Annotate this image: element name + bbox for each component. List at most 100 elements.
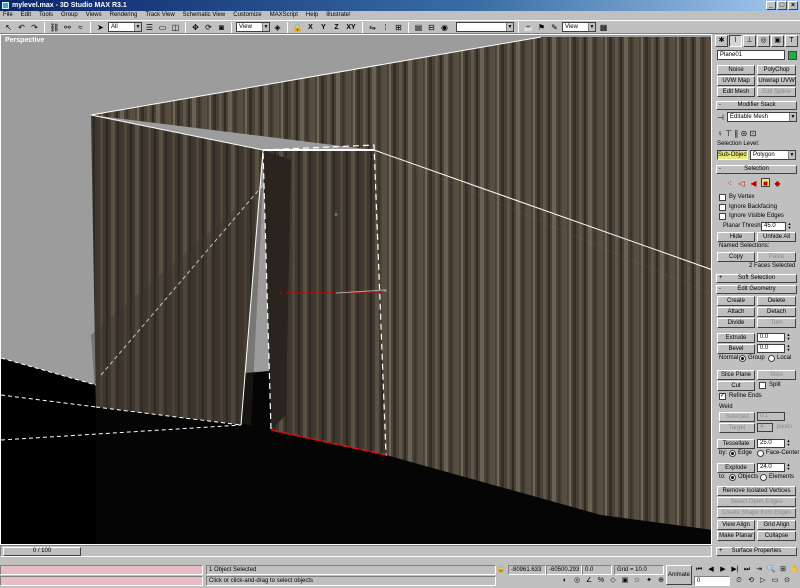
make-planar-button[interactable]: Make Planar (717, 531, 755, 541)
unlink-icon[interactable]: ⚯ (62, 22, 73, 33)
restrict-z-button[interactable]: Z (331, 22, 342, 33)
create-button[interactable]: Create (717, 296, 755, 306)
menu-track-view[interactable]: Track View (145, 11, 174, 20)
maximize-button[interactable]: □ (777, 1, 787, 10)
y-coordinate-field[interactable]: -60500.293 (546, 565, 582, 575)
x-coordinate-field[interactable]: -80961.633 (508, 565, 546, 575)
turn-button[interactable]: Turn (757, 318, 796, 328)
pan-icon[interactable]: ✋ (790, 565, 800, 575)
hierarchy-tab-icon[interactable]: ⊥ (743, 35, 756, 47)
vertex-level-icon[interactable]: ⁖ (725, 179, 734, 188)
object-name-field[interactable]: Plane01 (717, 50, 785, 60)
bevel-amount-field[interactable]: 0.0 (757, 344, 785, 353)
z-coordinate-field[interactable]: 0.0 (582, 565, 612, 575)
normal-local-radio[interactable] (768, 355, 775, 362)
menu-views[interactable]: Views (86, 11, 102, 20)
view-align-button[interactable]: View Align (717, 520, 755, 530)
explode-angle-field[interactable]: 24.0 (757, 463, 785, 472)
refine-ends-checkbox[interactable]: ✓ (719, 393, 726, 400)
render-last-frame-icon[interactable]: ▦ (598, 22, 609, 33)
go-to-end-icon[interactable]: ⏭ (742, 565, 752, 575)
rotate-icon[interactable]: ⟳ (203, 22, 214, 33)
delete-button[interactable]: Delete (757, 296, 796, 306)
stack-tools-icons[interactable]: ♀ ⊤ ∥ ⊝ ⊡ (717, 129, 756, 138)
extrude-button[interactable]: Extrude (717, 333, 755, 343)
select-by-name-icon[interactable]: ☰ (144, 22, 155, 33)
redo-icon[interactable]: ↷ (29, 22, 40, 33)
maxscript-listener-top[interactable] (0, 565, 203, 575)
menu-schematic-view[interactable]: Schematic View (183, 11, 226, 20)
close-button[interactable]: × (788, 1, 798, 10)
quick-render-icon[interactable]: ⚑ (536, 22, 547, 33)
create-tab-icon[interactable]: ✱ (715, 35, 728, 47)
scale-icon[interactable]: ◙ (216, 22, 227, 33)
normal-group-radio[interactable] (739, 355, 746, 362)
pin-stack-icon[interactable]: ⊣ (717, 113, 724, 122)
help-pointer-icon[interactable]: ↖ (3, 22, 14, 33)
previous-frame-icon[interactable]: ◀ (706, 565, 716, 575)
divide-button[interactable]: Divide (717, 318, 755, 328)
weld-selected-button[interactable]: Selected (719, 412, 755, 422)
paste-button[interactable]: Paste (757, 252, 796, 262)
modify-tab-icon[interactable]: ⌇ (729, 35, 742, 47)
soft-selection-rollout[interactable]: + Soft Selection (716, 274, 797, 283)
material-editor-icon[interactable]: ◉ (439, 22, 450, 33)
bevel-spinner[interactable]: ▲ ▼ (786, 344, 791, 353)
percent-snap-icon[interactable]: % (596, 576, 606, 586)
menu-maxscript[interactable]: MAXScript (270, 11, 298, 20)
time-slider-thumb[interactable]: 0 / 100 (3, 547, 81, 556)
ignore-visible-edges-checkbox[interactable] (719, 213, 726, 220)
object-color-swatch[interactable] (788, 51, 797, 60)
restrict-x-button[interactable]: X (305, 22, 316, 33)
utilities-tab-icon[interactable]: T (785, 35, 798, 47)
field-of-view-icon[interactable]: ▷ (758, 576, 768, 586)
crossing-selection-icon[interactable]: ◫ (170, 22, 181, 33)
attach-button[interactable]: Attach (717, 307, 755, 317)
cut-button[interactable]: Cut (717, 381, 755, 391)
menu-file[interactable]: File (3, 11, 13, 20)
tessellate-face-center-radio[interactable] (757, 450, 764, 457)
planar-thresh-field[interactable]: 45.0 (761, 222, 786, 231)
restrict-y-button[interactable]: Y (318, 22, 329, 33)
viewport-label[interactable]: Perspective (5, 37, 44, 44)
array-icon[interactable]: ⁞ (380, 22, 391, 33)
render-options-icon[interactable]: ✦ (644, 576, 654, 586)
selection-filter-dropdown[interactable]: All ▼ (108, 22, 142, 32)
surface-properties-rollout[interactable]: + Surface Properties (716, 547, 797, 556)
render-last-icon[interactable]: ✎ (549, 22, 560, 33)
move-icon[interactable]: ✥ (190, 22, 201, 33)
render-type-dropdown[interactable]: View ▼ (562, 22, 596, 32)
mirror-icon[interactable]: ⇋ (367, 22, 378, 33)
motion-tab-icon[interactable]: ◎ (757, 35, 770, 47)
key-mode-icon[interactable]: ⇥ (754, 565, 764, 575)
align-icon[interactable]: ⊞ (393, 22, 404, 33)
next-frame-icon[interactable]: ▶| (730, 565, 740, 575)
menu-group[interactable]: Group (61, 11, 78, 20)
zoom-icon[interactable]: 🔍 (766, 565, 776, 575)
planar-thresh-spinner[interactable]: ▲ ▼ (787, 222, 792, 231)
lock-selection-status-icon[interactable]: 🔒 (496, 565, 506, 575)
pivot-center-icon[interactable]: ◈ (272, 22, 283, 33)
menu-rendering[interactable]: Rendering (110, 11, 138, 20)
select-object-icon[interactable]: ➤ (95, 22, 106, 33)
select-open-edges-button[interactable]: Select Open Edges (717, 497, 796, 507)
menu-edit[interactable]: Edit (21, 11, 31, 20)
snap-toggle-icon[interactable]: ◎ (572, 576, 582, 586)
time-config-icon[interactable]: ⏲ (734, 576, 744, 586)
extrude-spinner[interactable]: ▲ ▼ (786, 333, 791, 342)
ref-coord-dropdown[interactable]: View ▼ (236, 22, 270, 32)
edit-mesh-button[interactable]: Edit Mesh (717, 87, 755, 97)
weld-pixels-field[interactable]: 4 (757, 423, 773, 432)
axis-constraint-icon[interactable]: ⊕ (656, 576, 666, 586)
copy-button[interactable]: Copy (717, 252, 755, 262)
edge-level-icon[interactable]: ◁ (737, 179, 746, 188)
bevel-button[interactable]: Bevel (717, 344, 755, 354)
by-vertex-checkbox[interactable] (719, 194, 726, 201)
perspective-viewport[interactable]: × × × Perspective (0, 34, 712, 545)
menu-tools[interactable]: Tools (39, 11, 53, 20)
degradation-override-icon[interactable]: ◐ (560, 576, 570, 586)
menu-illustrate[interactable]: Illustrate! (326, 11, 350, 20)
explode-elements-radio[interactable] (760, 474, 767, 481)
angle-snap-icon[interactable]: ∠ (584, 576, 594, 586)
tessellate-button[interactable]: Tessellate (717, 439, 755, 449)
